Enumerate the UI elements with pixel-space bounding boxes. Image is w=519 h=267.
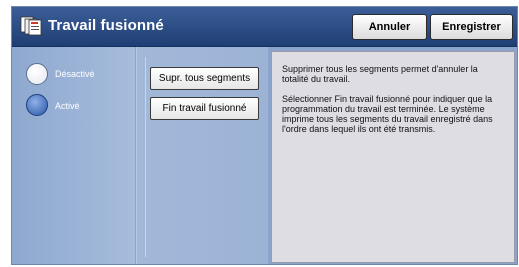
- radio-disabled[interactable]: [26, 63, 48, 85]
- radio-enabled[interactable]: [26, 94, 48, 116]
- page-title: Travail fusionné: [48, 17, 164, 34]
- document-stack-icon: [20, 16, 42, 36]
- title-bar: Travail fusionné Annuler Enregistrer: [12, 7, 517, 47]
- job-build-window: Travail fusionné Annuler Enregistrer Dés…: [11, 6, 518, 265]
- help-paragraph-1: Supprimer tous les segments permet d'ann…: [282, 64, 478, 84]
- finish-job-build-button[interactable]: Fin travail fusionné: [150, 97, 259, 120]
- help-text-panel: Supprimer tous les segments permet d'ann…: [271, 51, 515, 263]
- cancel-button[interactable]: Annuler: [352, 14, 427, 40]
- divider: [145, 57, 146, 257]
- radio-enabled-label[interactable]: Activé: [55, 101, 80, 111]
- help-paragraph-2: Sélectionner Fin travail fusionné pour i…: [282, 94, 493, 134]
- radio-disabled-label[interactable]: Désactivé: [55, 69, 95, 79]
- delete-all-segments-button[interactable]: Supr. tous segments: [150, 67, 259, 90]
- save-button[interactable]: Enregistrer: [430, 14, 513, 40]
